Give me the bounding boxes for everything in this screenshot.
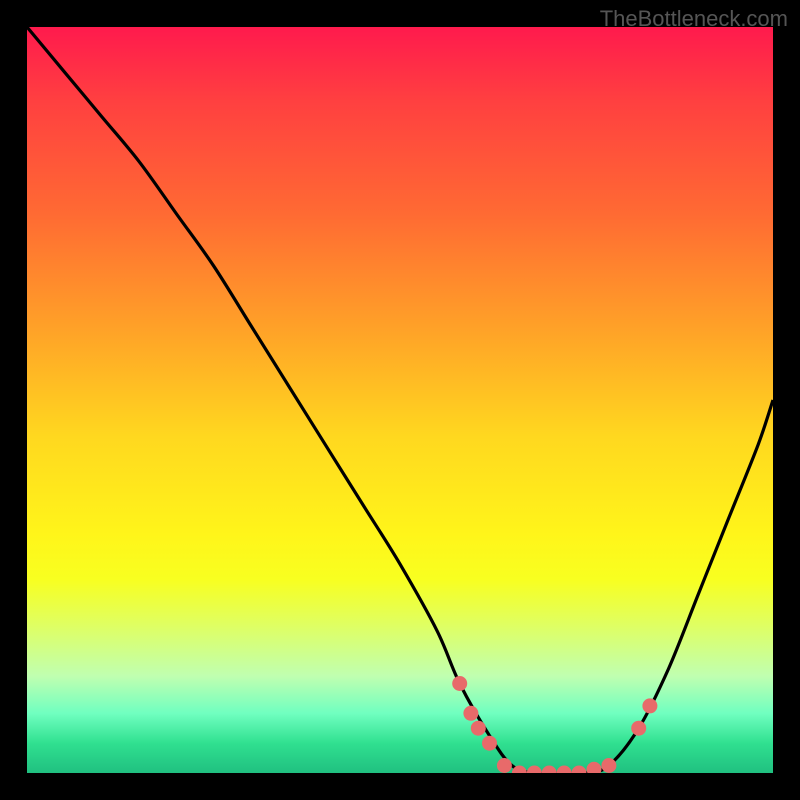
chart-area bbox=[27, 27, 773, 773]
highlight-dot bbox=[642, 698, 657, 713]
highlight-dot bbox=[527, 766, 542, 774]
highlight-dot bbox=[631, 721, 646, 736]
highlight-dots-group bbox=[452, 676, 657, 773]
bottleneck-curve-svg bbox=[27, 27, 773, 773]
highlight-dot bbox=[572, 766, 587, 774]
highlight-dot bbox=[497, 758, 512, 773]
bottleneck-curve bbox=[27, 27, 773, 773]
watermark-text: TheBottleneck.com bbox=[600, 6, 788, 32]
highlight-dot bbox=[542, 766, 557, 774]
highlight-dot bbox=[452, 676, 467, 691]
highlight-dot bbox=[587, 762, 602, 773]
highlight-dot bbox=[557, 766, 572, 774]
highlight-dot bbox=[601, 758, 616, 773]
highlight-dot bbox=[471, 721, 486, 736]
highlight-dot bbox=[482, 736, 497, 751]
highlight-dot bbox=[463, 706, 478, 721]
